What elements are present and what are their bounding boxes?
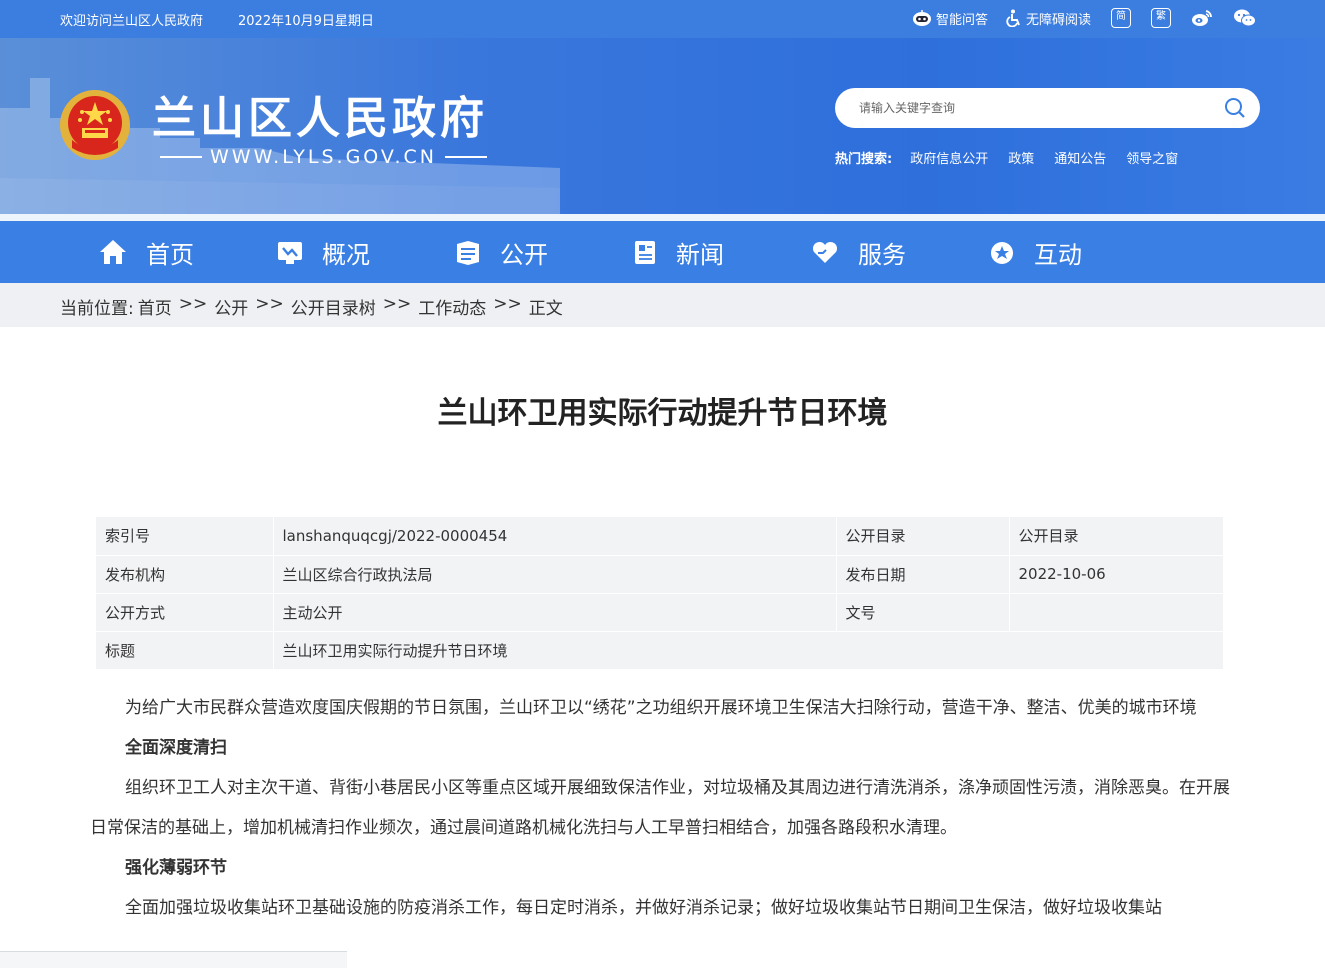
meta-value-docno — [1009, 593, 1224, 632]
nav-label-news: 新闻 — [676, 240, 724, 269]
weibo-link[interactable] — [1191, 9, 1217, 27]
top-tools: 智能问答 无障碍阅读 简 繁 — [894, 8, 1261, 28]
nav-label-overview: 概况 — [322, 240, 370, 269]
breadcrumb-inner: 当前位置: 首页 >> 公开 >> 公开目录树 >> 工作动态 >> 正文 — [60, 294, 563, 319]
interact-icon — [991, 242, 1013, 264]
breadcrumb-work-news[interactable]: 工作动态 — [418, 294, 486, 319]
nav-label-open: 公开 — [500, 240, 548, 269]
hot-search: 热门搜索: 政府信息公开 政策 通知公告 领导之窗 — [835, 148, 1198, 167]
breadcrumb-open[interactable]: 公开 — [214, 294, 248, 319]
nav-item-interact[interactable]: 互动 — [988, 221, 1166, 283]
table-row: 发布机构 兰山区综合行政执法局 发布日期 2022-10-06 — [96, 555, 1224, 594]
robot-icon — [912, 10, 931, 26]
breadcrumb-separator: >> — [178, 294, 208, 314]
table-row: 标题 兰山环卫用实际行动提升节日环境 — [96, 631, 1224, 670]
open-icon — [457, 241, 479, 265]
wechat-link[interactable] — [1233, 8, 1261, 28]
site-url-text: WWW.LYLS.GOV.CN — [210, 146, 437, 168]
top-utility-bar: 欢迎访问兰山区人民政府 2022年10月9日星期日 智能问答 无障碍阅读 简 繁 — [0, 0, 1325, 38]
meta-value-subject: 兰山环卫用实际行动提升节日环境 — [273, 631, 1224, 670]
meta-label-method: 公开方式 — [96, 593, 274, 632]
breadcrumb-separator: >> — [382, 294, 412, 314]
meta-value-publisher: 兰山区综合行政执法局 — [273, 555, 837, 594]
article-title: 兰山环卫用实际行动提升节日环境 — [437, 396, 888, 431]
meta-label-publisher: 发布机构 — [96, 555, 274, 594]
header-banner: 兰山区人民政府 WWW.LYLS.GOV.CN 热门搜索: 政府信息公开 政策 … — [0, 38, 1325, 214]
article-paragraph: 为给广大市民群众营造欢度国庆假期的节日氛围，兰山环卫以“绣花”之功组织开展环境卫… — [125, 698, 1197, 718]
traditional-chinese-button[interactable]: 繁 — [1151, 8, 1171, 28]
search-icon[interactable] — [1224, 97, 1246, 119]
breadcrumb-separator: >> — [493, 294, 522, 314]
meta-value-index: lanshanquqcgj/2022-0000454 — [273, 517, 837, 556]
url-right-line — [444, 156, 487, 158]
wheelchair-icon — [1006, 9, 1020, 27]
meta-label-catalog: 公开目录 — [836, 517, 1010, 556]
nav-item-news[interactable]: 新闻 — [632, 221, 810, 283]
nav-label-home: 首页 — [146, 240, 194, 269]
news-icon — [635, 241, 655, 264]
hot-search-label: 热门搜索: — [835, 152, 893, 167]
breadcrumb-catalog-tree[interactable]: 公开目录树 — [291, 294, 376, 319]
article-content: 为给广大市民群众营造欢度国庆假期的节日氛围，兰山环卫以“绣花”之功组织开展环境卫… — [90, 688, 1230, 928]
breadcrumb: 当前位置: 首页 >> 公开 >> 公开目录树 >> 工作动态 >> 正文 — [0, 283, 1325, 327]
accessibility-link[interactable]: 无障碍阅读 — [1006, 9, 1091, 28]
simplified-chinese-button[interactable]: 简 — [1111, 8, 1131, 28]
article-meta-table: 索引号 lanshanquqcgj/2022-0000454 公开目录 公开目录… — [96, 517, 1224, 670]
article-paragraph: 组织环卫工人对主次干道、背街小巷居民小区等重点区域开展细致保洁作业，对垃圾桶及其… — [90, 778, 1230, 838]
smart-qa-label: 智能问答 — [935, 12, 988, 28]
meta-value-catalog: 公开目录 — [1009, 517, 1224, 556]
hot-link-info-disclosure[interactable]: 政府信息公开 — [910, 148, 988, 167]
table-row: 公开方式 主动公开 文号 — [96, 593, 1224, 632]
nav-label-service: 服务 — [858, 240, 906, 269]
welcome-text: 欢迎访问兰山区人民政府 — [60, 14, 204, 29]
breadcrumb-home[interactable]: 首页 — [138, 294, 172, 319]
meta-label-docno: 文号 — [836, 593, 1010, 632]
search-input[interactable] — [857, 88, 1197, 128]
table-row: 索引号 lanshanquqcgj/2022-0000454 公开目录 公开目录 — [96, 517, 1224, 556]
meta-value-method: 主动公开 — [273, 593, 837, 632]
hot-link-policy[interactable]: 政策 — [1008, 148, 1034, 167]
hot-link-notices[interactable]: 通知公告 — [1054, 148, 1106, 167]
smart-qa-link[interactable]: 智能问答 — [912, 9, 988, 28]
nav-item-overview[interactable]: 概况 — [276, 221, 454, 283]
meta-value-pubdate: 2022-10-06 — [1009, 555, 1224, 594]
article-subheading: 强化薄弱环节 — [125, 858, 227, 878]
url-left-line — [160, 156, 202, 158]
service-icon — [812, 241, 838, 263]
home-icon — [100, 240, 126, 264]
meta-label-subject: 标题 — [96, 631, 274, 670]
breadcrumb-separator: >> — [255, 294, 284, 314]
nav-label-interact: 互动 — [1034, 240, 1082, 269]
site-title: 兰山区人民政府 — [152, 93, 488, 144]
wechat-icon — [1234, 9, 1256, 27]
breadcrumb-prefix: 当前位置: — [60, 299, 134, 319]
overview-icon — [278, 242, 302, 264]
accessibility-label: 无障碍阅读 — [1025, 12, 1091, 28]
site-url: WWW.LYLS.GOV.CN — [152, 146, 495, 168]
meta-label-index: 索引号 — [96, 517, 274, 556]
national-emblem — [60, 90, 130, 160]
nav-item-open[interactable]: 公开 — [454, 221, 632, 283]
article-paragraph: 全面加强垃圾收集站环卫基础设施的防疫消杀工作，每日定时消杀，并做好消杀记录；做好… — [125, 898, 1162, 918]
hot-link-leaders[interactable]: 领导之窗 — [1126, 148, 1178, 167]
header-separator — [0, 214, 1325, 221]
breadcrumb-current: 正文 — [528, 299, 563, 319]
current-date: 2022年10月9日星期日 — [238, 14, 374, 29]
weibo-icon — [1192, 10, 1212, 26]
meta-label-pubdate: 发布日期 — [836, 555, 1010, 594]
main-nav: 首页 概况 公开 新闻 服务 互动 — [0, 221, 1325, 283]
nav-item-service[interactable]: 服务 — [810, 221, 988, 283]
nav-item-home[interactable]: 首页 — [98, 221, 276, 283]
article-subheading: 全面深度清扫 — [125, 738, 227, 758]
bottom-strip — [0, 951, 347, 968]
search-box — [835, 88, 1260, 128]
